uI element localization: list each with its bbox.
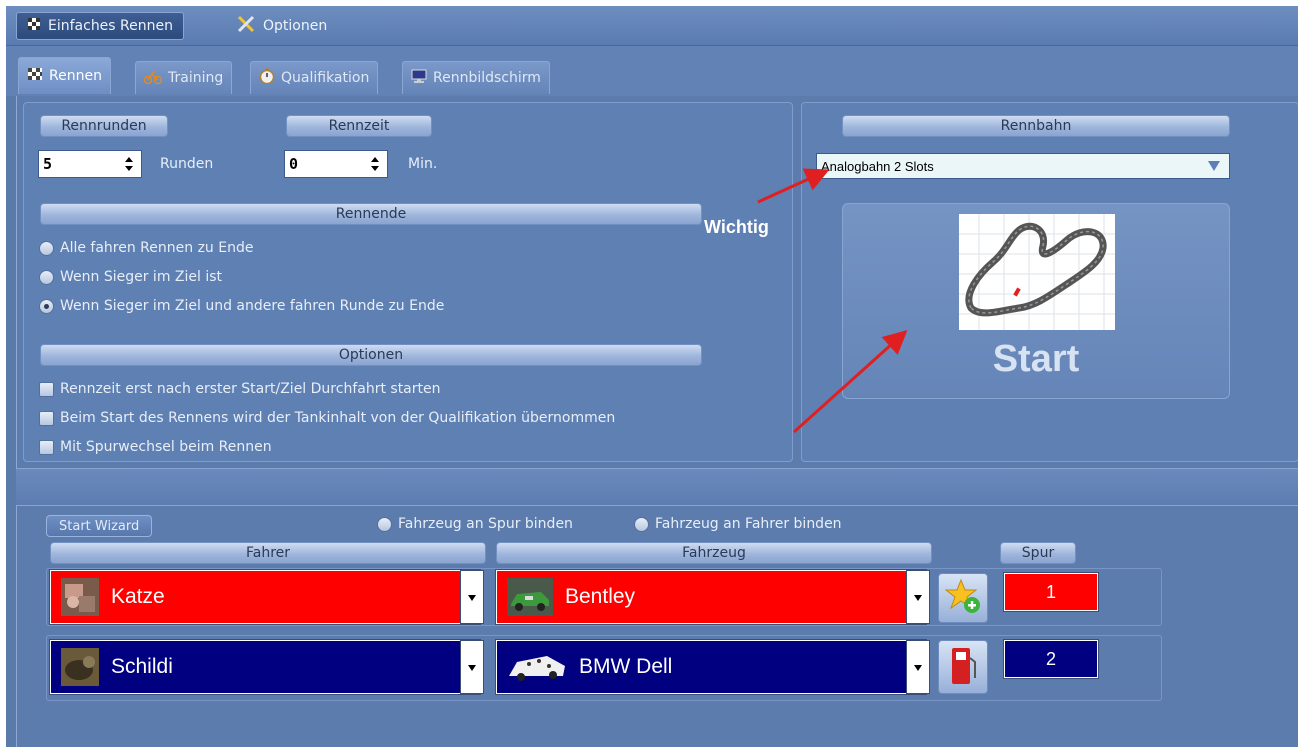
chevron-down-icon (468, 659, 476, 675)
car-thumbnail (507, 578, 553, 616)
driver-name: Katze (111, 585, 165, 608)
driver-dropdown-button[interactable] (460, 570, 484, 624)
time-spinner[interactable]: 0 (284, 150, 388, 178)
start-button[interactable]: Start (842, 203, 1230, 399)
end-option-winner-others-lap[interactable]: Wenn Sieger im Ziel und andere fahren Ru… (39, 298, 444, 314)
radio-button[interactable] (634, 516, 649, 532)
option-lane-change[interactable]: Mit Spurwechsel beim Rennen (39, 439, 272, 455)
track-panel: Rennbahn Analogbahn 2 Slots Start (801, 102, 1298, 462)
tab-bar: Rennen Training Qualifikation Rennbildsc… (6, 46, 1298, 96)
track-header: Rennbahn (842, 115, 1230, 137)
tab-label: Rennen (49, 68, 102, 84)
car-column-header: Fahrzeug (496, 542, 932, 564)
driver-avatar (61, 578, 99, 616)
option-label: Fahrzeug an Spur binden (398, 516, 573, 532)
tab-rennbildschirm[interactable]: Rennbildschirm (402, 61, 550, 94)
track-select[interactable]: Analogbahn 2 Slots (816, 153, 1230, 179)
app-window: Einfaches Rennen Optionen Rennen Trainin… (6, 6, 1298, 747)
chevron-down-icon (914, 589, 922, 605)
radio-button[interactable] (39, 269, 54, 285)
option-take-fuel-from-quali[interactable]: Beim Start des Rennens wird der Tankinha… (39, 410, 615, 426)
tab-qualifikation[interactable]: Qualifikation (250, 61, 379, 94)
rounds-value: 5 (43, 155, 53, 173)
track-preview-image (959, 214, 1115, 330)
chevron-down-icon (914, 659, 922, 675)
driver-select[interactable]: Katze (49, 569, 481, 625)
car-select[interactable]: Bentley (495, 569, 927, 625)
menu-label: Einfaches Rennen (48, 18, 173, 34)
add-favorite-button[interactable] (938, 573, 988, 623)
stopwatch-icon (259, 68, 275, 88)
race-settings-panel: Rennrunden Rennzeit 5 Runden 0 Min. Renn… (23, 102, 793, 462)
checkbox[interactable] (39, 381, 54, 397)
track-select-value: Analogbahn 2 Slots (821, 158, 934, 174)
tab-label: Qualifikation (281, 70, 370, 86)
section-divider (16, 468, 1298, 506)
refuel-button[interactable] (938, 640, 988, 694)
tab-training[interactable]: Training (135, 61, 233, 94)
radio-button[interactable] (39, 240, 54, 256)
driver-column-header: Fahrer (50, 542, 486, 564)
fuel-pump-icon (948, 644, 978, 690)
time-header: Rennzeit (286, 115, 432, 137)
time-unit: Min. (408, 156, 438, 172)
lane-column-header: Spur (1000, 542, 1076, 564)
car-dropdown-button[interactable] (906, 570, 930, 624)
rounds-spinner[interactable]: 5 (38, 150, 142, 178)
cyclist-icon (143, 68, 163, 88)
start-wizard-button[interactable]: Start Wizard (46, 515, 153, 537)
star-add-icon (944, 578, 981, 618)
tools-icon (236, 15, 256, 37)
option-start-timer-after-line[interactable]: Rennzeit erst nach erster Start/Ziel Dur… (39, 381, 441, 397)
bind-car-to-driver[interactable]: Fahrzeug an Fahrer binden (634, 516, 842, 532)
car-name: BMW Dell (579, 655, 673, 678)
dropdown-arrow-icon[interactable] (1207, 160, 1221, 175)
option-label: Beim Start des Rennens wird der Tankinha… (60, 410, 616, 426)
menu-optionen[interactable]: Optionen (226, 12, 337, 40)
monitor-icon (411, 69, 427, 88)
option-label: Alle fahren Rennen zu Ende (60, 240, 254, 256)
menu-label: Optionen (263, 18, 328, 34)
end-option-winner-finish[interactable]: Wenn Sieger im Ziel ist (39, 269, 222, 285)
spin-arrows-icon[interactable] (369, 154, 381, 174)
checkbox[interactable] (39, 439, 54, 455)
race-end-header: Rennende (40, 203, 702, 225)
option-label: Fahrzeug an Fahrer binden (655, 516, 842, 532)
end-option-all-finish[interactable]: Alle fahren Rennen zu Ende (39, 240, 253, 256)
option-label: Wenn Sieger im Ziel ist (60, 269, 223, 285)
car-dropdown-button[interactable] (906, 640, 930, 694)
radio-button[interactable] (377, 516, 392, 532)
radio-button-selected[interactable] (39, 298, 54, 314)
lane-badge: 1 (1003, 572, 1099, 612)
driver-avatar (61, 648, 99, 686)
chevron-down-icon (468, 589, 476, 605)
start-label: Start (992, 338, 1080, 380)
menu-einfaches-rennen[interactable]: Einfaches Rennen (16, 12, 184, 40)
car-thumbnail (507, 648, 567, 686)
tab-rennen[interactable]: Rennen (18, 57, 111, 94)
driver-dropdown-button[interactable] (460, 640, 484, 694)
lane-badge: 2 (1003, 639, 1099, 679)
spin-arrows-icon[interactable] (123, 154, 135, 174)
tab-label: Rennbildschirm (433, 70, 541, 86)
checkbox[interactable] (39, 410, 54, 426)
option-label: Mit Spurwechsel beim Rennen (60, 439, 272, 455)
rounds-header: Rennrunden (40, 115, 168, 137)
time-value: 0 (289, 155, 299, 173)
tab-label: Training (168, 70, 224, 86)
car-select[interactable]: BMW Dell (495, 639, 927, 695)
options-header: Optionen (40, 344, 702, 366)
checkered-flag-icon (27, 67, 43, 85)
rounds-unit: Runden (160, 156, 214, 172)
driver-name: Schildi (111, 655, 173, 678)
checkered-flag-icon (27, 17, 41, 35)
car-name: Bentley (565, 585, 636, 608)
option-label: Wenn Sieger im Ziel und andere fahren Ru… (60, 298, 445, 314)
annotation-wichtig: Wichtig (704, 217, 769, 237)
option-label: Rennzeit erst nach erster Start/Ziel Dur… (60, 381, 441, 397)
menu-bar: Einfaches Rennen Optionen (6, 6, 1298, 46)
bind-car-to-lane[interactable]: Fahrzeug an Spur binden (377, 516, 573, 532)
driver-select[interactable]: Schildi (49, 639, 481, 695)
